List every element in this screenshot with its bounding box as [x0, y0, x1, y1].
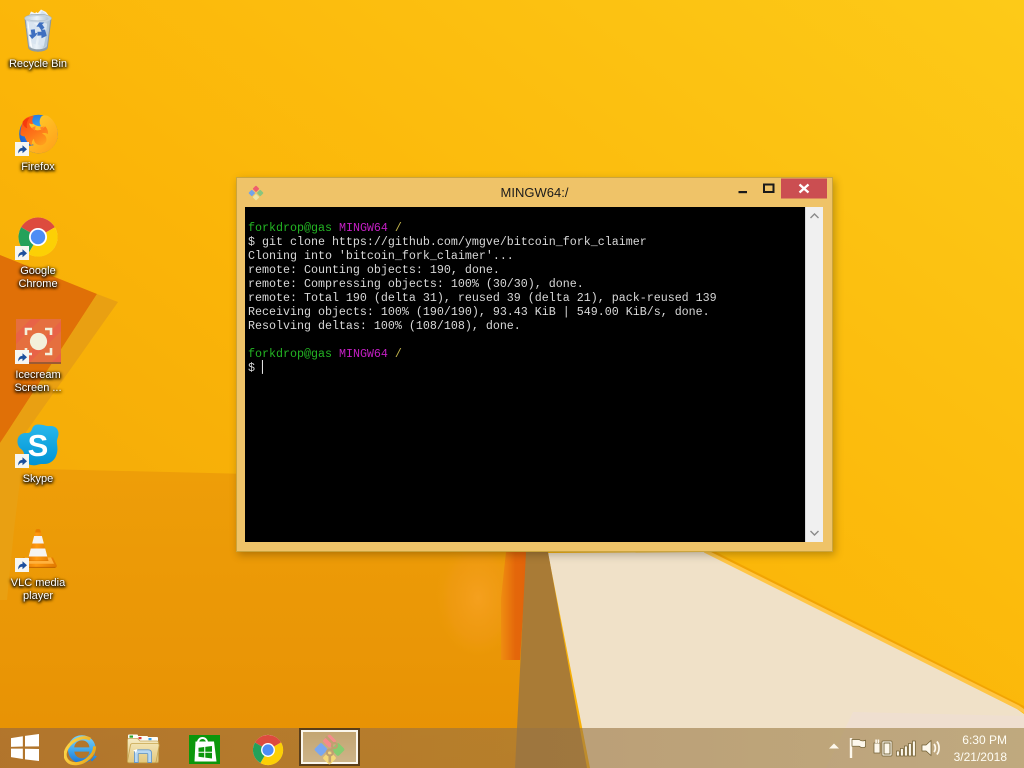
svg-text:S: S	[28, 428, 49, 463]
